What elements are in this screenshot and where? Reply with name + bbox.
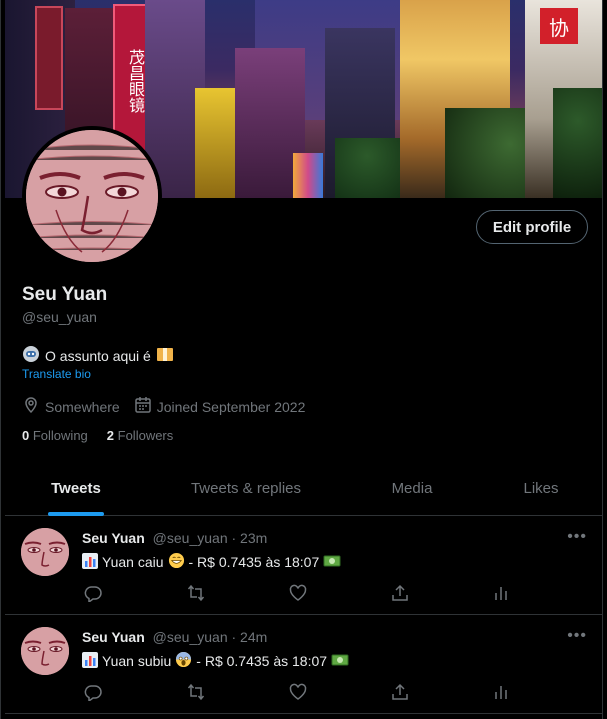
profile-tabs: Tweets Tweets & replies Media Likes <box>5 460 602 516</box>
tweet-author-handle[interactable]: @seu_yuan <box>153 629 228 645</box>
retweet-icon[interactable] <box>185 582 207 604</box>
tweet-time[interactable]: · 23m <box>232 530 268 546</box>
analytics-icon[interactable] <box>490 582 512 604</box>
tab-media-label: Media <box>391 479 433 497</box>
money-icon <box>323 553 341 572</box>
tweet-author-name[interactable]: Seu Yuan <box>82 629 145 645</box>
tweet-avatar[interactable] <box>21 528 69 576</box>
banner-trees <box>553 88 602 198</box>
scream-icon <box>175 651 192 671</box>
following-link[interactable]: 0 Following <box>22 428 88 443</box>
analytics-icon[interactable] <box>490 681 512 703</box>
tab-likes-label: Likes <box>523 479 559 497</box>
banner-sign-xie: 协 <box>540 8 578 44</box>
followers-count: 2 <box>106 428 115 443</box>
like-icon[interactable] <box>287 582 309 604</box>
tab-tweets-replies-label: Tweets & replies <box>190 479 302 497</box>
followers-label: Followers <box>117 428 174 443</box>
profile-page: 茂昌眼镜 协 Edit profile Seu Yuan @seu_yuan O… <box>0 0 603 719</box>
reply-icon[interactable] <box>82 681 104 703</box>
translate-bio-link[interactable]: Translate bio <box>22 367 91 381</box>
bio-text: O assunto aqui é <box>45 347 151 364</box>
tab-tweets-label: Tweets <box>51 479 101 497</box>
tweet-time[interactable]: · 24m <box>232 629 268 645</box>
tweet-text-main: Yuan subiu <box>102 653 172 669</box>
share-icon[interactable] <box>389 582 411 604</box>
tweet[interactable]: Seu Yuan @seu_yuan · 24m ••• Yuan subiu … <box>5 615 602 714</box>
tweet[interactable]: Seu Yuan @seu_yuan · 23m ••• Yuan caiu -… <box>5 516 602 615</box>
tweet-text-main: Yuan caiu <box>102 554 164 570</box>
tweet-avatar[interactable] <box>21 627 69 675</box>
banner-sign <box>35 6 63 110</box>
tab-likes[interactable]: Likes <box>479 460 602 516</box>
following-count: 0 <box>22 428 30 443</box>
profile-meta: Somewhere Joined September 2022 <box>22 396 319 417</box>
chart-icon <box>82 552 98 572</box>
follow-stats: 0 Following 2 Followers <box>22 428 173 443</box>
tweet-header: Seu Yuan @seu_yuan · 23m <box>82 530 267 546</box>
retweet-icon[interactable] <box>185 681 207 703</box>
location-text: Somewhere <box>45 398 120 415</box>
more-icon[interactable]: ••• <box>567 627 587 645</box>
edit-profile-button[interactable]: Edit profile <box>476 210 588 244</box>
profile-name: Seu Yuan <box>22 284 108 305</box>
money-icon <box>331 652 349 671</box>
tweet-actions <box>82 681 512 703</box>
like-icon[interactable] <box>287 681 309 703</box>
tweet-header: Seu Yuan @seu_yuan · 24m <box>82 629 267 645</box>
tweet-author-name[interactable]: Seu Yuan <box>82 530 145 546</box>
reply-icon[interactable] <box>82 582 104 604</box>
followers-link[interactable]: 2 Followers <box>107 428 173 443</box>
location-icon <box>22 396 40 417</box>
tweet-author-handle[interactable]: @seu_yuan <box>153 530 228 546</box>
astronaut-icon <box>22 345 40 366</box>
tweet-text-price: - R$ 0.7435 às 18:07 <box>196 653 328 669</box>
profile-handle: @seu_yuan <box>22 309 97 325</box>
calendar-icon <box>134 396 152 417</box>
following-label: Following <box>32 428 88 443</box>
chart-icon <box>82 651 98 671</box>
joined-text: Joined September 2022 <box>156 398 306 415</box>
grinning-icon <box>168 552 185 572</box>
tweet-actions <box>82 582 512 604</box>
profile-bio: O assunto aqui é <box>22 345 174 366</box>
tweet-text: Yuan subiu - R$ 0.7435 às 18:07 <box>82 651 349 671</box>
banner-street-lights <box>293 153 323 198</box>
tab-media[interactable]: Media <box>345 460 479 516</box>
more-icon[interactable]: ••• <box>567 528 587 546</box>
tweet-text-price: - R$ 0.7435 às 18:07 <box>188 554 320 570</box>
package-icon <box>156 345 174 366</box>
banner-neon-yellow <box>195 88 235 198</box>
tweet-text: Yuan caiu - R$ 0.7435 às 18:07 <box>82 552 341 572</box>
tab-tweets-replies[interactable]: Tweets & replies <box>147 460 345 516</box>
share-icon[interactable] <box>389 681 411 703</box>
tab-tweets[interactable]: Tweets <box>5 460 147 516</box>
profile-avatar[interactable] <box>22 126 162 266</box>
